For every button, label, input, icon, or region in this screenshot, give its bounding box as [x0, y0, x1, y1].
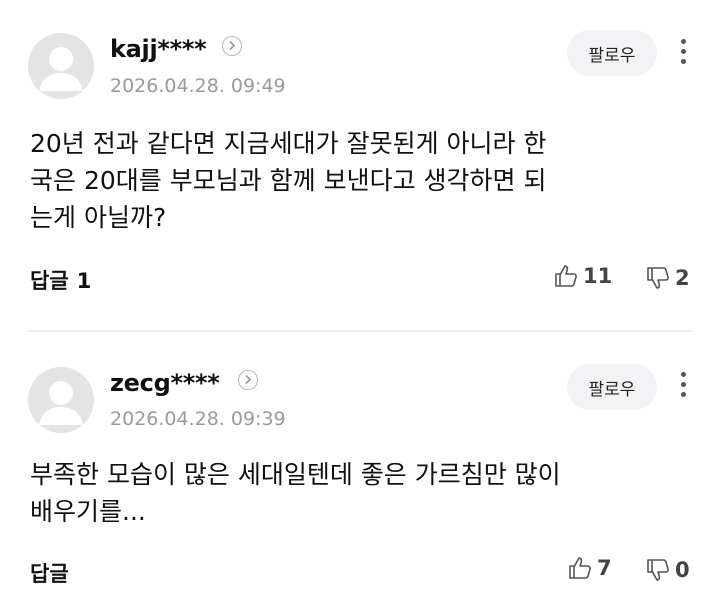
thumbs-up-icon: [569, 557, 591, 579]
reply-label: 답글: [30, 269, 69, 293]
dislike-button[interactable]: 0: [645, 557, 690, 583]
like-button[interactable]: 11: [553, 263, 612, 289]
username[interactable]: zecg****: [110, 369, 220, 397]
dislike-count: 0: [675, 558, 690, 582]
comment-divider: [28, 330, 692, 332]
comment-text-line: 는게 아닐까?: [30, 203, 167, 232]
comment-text-line: 배우기를...: [30, 497, 146, 526]
more-vertical-icon[interactable]: [676, 39, 690, 71]
comment-text-line: 국은 20대를 부모님과 함께 보낸다고 생각하면 되: [30, 166, 547, 195]
follow-button[interactable]: 팔로우: [567, 30, 657, 76]
comment-text-line: 20년 전과 같다면 지금세대가 잘못된게 아니라 한: [30, 129, 547, 158]
comment-item: kajj**** 2026.04.28. 09:49 팔로우 20년 전과 같다…: [0, 0, 720, 330]
thumbs-down-icon: [647, 267, 669, 289]
chevron-right-icon[interactable]: [222, 36, 242, 56]
timestamp: 2026.04.28. 09:49: [110, 75, 286, 97]
dislike-button[interactable]: 2: [645, 265, 690, 291]
reply-count: 1: [76, 269, 92, 293]
like-count: 7: [597, 556, 612, 580]
avatar[interactable]: [28, 367, 94, 433]
follow-button[interactable]: 팔로우: [567, 364, 657, 410]
thumbs-down-icon: [647, 559, 669, 581]
username[interactable]: kajj****: [110, 35, 207, 63]
dislike-count: 2: [675, 266, 690, 290]
comment-item: zecg**** 2026.04.28. 09:39 팔로우 부족한 모습이 많…: [0, 334, 720, 606]
comment-text: 20년 전과 같다면 지금세대가 잘못된게 아니라 한 국은 20대를 부모님과…: [30, 125, 547, 236]
like-button[interactable]: 7: [567, 555, 612, 581]
default-avatar-icon: [39, 47, 83, 91]
default-avatar-icon: [39, 381, 83, 425]
comment-text: 부족한 모습이 많은 세대일텐데 좋은 가르침만 많이 배우기를...: [30, 456, 561, 530]
chevron-right-icon[interactable]: [238, 370, 258, 390]
more-vertical-icon[interactable]: [676, 372, 690, 404]
comment-text-line: 부족한 모습이 많은 세대일텐데 좋은 가르침만 많이: [30, 460, 561, 489]
reply-label: 답글: [30, 562, 69, 586]
timestamp: 2026.04.28. 09:39: [110, 408, 286, 430]
like-count: 11: [583, 264, 613, 288]
thumbs-up-icon: [555, 265, 577, 287]
avatar[interactable]: [28, 33, 94, 99]
reply-button[interactable]: 답글 1: [30, 265, 91, 295]
reply-button[interactable]: 답글: [30, 558, 77, 588]
